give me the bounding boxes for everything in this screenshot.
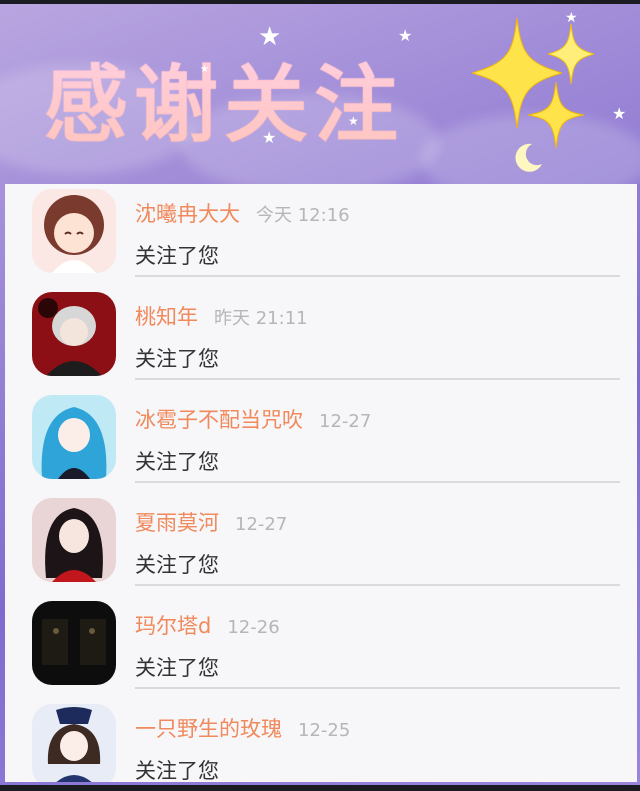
banner: 感谢关注 ★ ★ ★ ★ ★ ★ ★ — [0, 4, 640, 184]
star-icon: ★ — [262, 128, 277, 147]
banner-title: 感谢关注 — [44, 38, 404, 159]
item-content: 夏雨莫河 12-27 关注了您 — [135, 503, 620, 586]
avatar[interactable] — [32, 395, 116, 479]
avatar[interactable] — [32, 704, 116, 782]
star-icon: ★ — [612, 104, 627, 123]
follow-time: 12-27 — [319, 411, 372, 432]
avatar[interactable] — [32, 498, 116, 582]
follow-message: 关注了您 — [135, 656, 219, 680]
star-icon: ★ — [200, 64, 209, 75]
star-icon: ★ — [258, 22, 282, 52]
list-item[interactable]: 冰雹子不配当咒吹 12-27 关注了您 — [5, 390, 637, 493]
avatar[interactable] — [32, 292, 116, 376]
follow-time: 12-27 — [235, 514, 288, 535]
item-content: 冰雹子不配当咒吹 12-27 关注了您 — [135, 400, 620, 483]
item-content: 玛尔塔d 12-26 关注了您 — [135, 606, 620, 689]
item-content: 沈曦冉大大 今天 12:16 关注了您 — [135, 194, 620, 277]
follow-message: 关注了您 — [135, 450, 219, 474]
follow-time: 12-26 — [227, 617, 280, 638]
follow-time: 12-25 — [298, 720, 351, 741]
list-item[interactable]: 桃知年 昨天 21:11 关注了您 — [5, 287, 637, 390]
list-item[interactable]: 玛尔塔d 12-26 关注了您 — [5, 596, 637, 699]
avatar[interactable] — [32, 189, 116, 273]
sparkle-icon — [548, 24, 594, 84]
bottom-border — [0, 785, 640, 791]
follower-name[interactable]: 冰雹子不配当咒吹 12-27 — [135, 404, 371, 434]
follower-name[interactable]: 一只野生的玫瑰 12-25 — [135, 713, 350, 743]
follow-message: 关注了您 — [135, 553, 219, 577]
sparkle-icon — [528, 82, 584, 148]
item-content: 一只野生的玫瑰 12-25 关注了您 — [135, 709, 620, 782]
follower-list: 沈曦冉大大 今天 12:16 关注了您 桃知年 昨天 21:11 关注了您 冰雹… — [5, 184, 637, 782]
list-item[interactable]: 一只野生的玫瑰 12-25 关注了您 — [5, 699, 637, 782]
item-content: 桃知年 昨天 21:11 关注了您 — [135, 297, 620, 380]
follow-time: 昨天 21:11 — [214, 308, 308, 329]
follow-time: 今天 12:16 — [256, 205, 350, 226]
follower-name[interactable]: 沈曦冉大大 今天 12:16 — [135, 198, 350, 228]
follower-name[interactable]: 玛尔塔d 12-26 — [135, 610, 280, 640]
star-icon: ★ — [348, 114, 359, 128]
moon-icon — [515, 143, 542, 172]
avatar[interactable] — [32, 601, 116, 685]
list-item[interactable]: 沈曦冉大大 今天 12:16 关注了您 — [5, 184, 637, 287]
follow-message: 关注了您 — [135, 759, 219, 782]
follow-message: 关注了您 — [135, 244, 219, 268]
follower-name[interactable]: 桃知年 昨天 21:11 — [135, 301, 308, 331]
follower-name[interactable]: 夏雨莫河 12-27 — [135, 507, 287, 537]
star-icon: ★ — [398, 26, 413, 45]
list-item[interactable]: 夏雨莫河 12-27 关注了您 — [5, 493, 637, 596]
follow-message: 关注了您 — [135, 347, 219, 371]
star-icon: ★ — [565, 10, 578, 26]
